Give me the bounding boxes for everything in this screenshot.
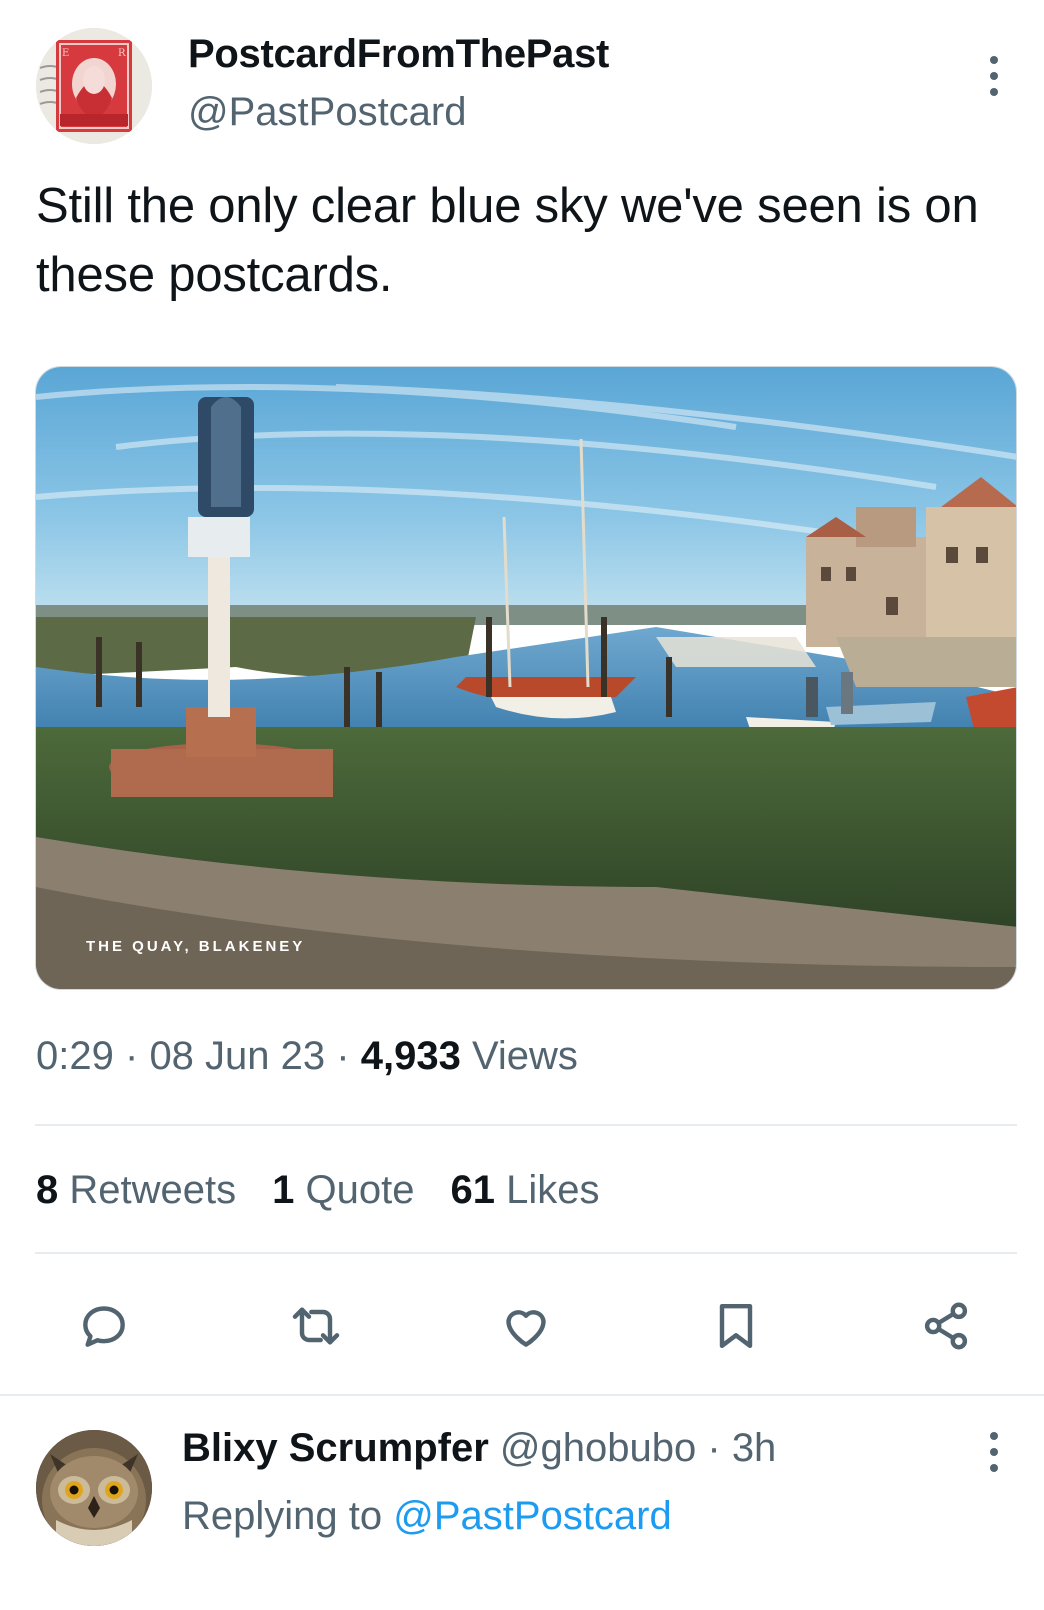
quotes-label: Quote <box>305 1168 415 1212</box>
divider <box>0 1394 1044 1396</box>
replying-to-label: Replying to <box>182 1494 383 1538</box>
postage-stamp-avatar: E R <box>36 28 152 144</box>
meta-separator: · <box>124 1034 139 1078</box>
reply-author-handle[interactable]: @ghobubo <box>500 1426 696 1470</box>
postcard-caption: THE QUAY, BLAKENEY <box>86 938 305 955</box>
author-handle[interactable]: @PastPostcard <box>188 90 467 135</box>
quotes-count: 1 <box>272 1168 295 1212</box>
tweet-meta: 0:29 · 08 Jun 23 · 4,933 Views <box>36 1034 578 1079</box>
reply-header: Blixy Scrumpfer @ghobubo · 3h <box>182 1426 776 1471</box>
tweet-time: 0:29 <box>36 1034 114 1078</box>
tweet-stats: 8 Retweets 1 Quote 61 Likes <box>36 1168 599 1213</box>
heart-icon <box>506 1310 546 1347</box>
quotes-stat[interactable]: 1 Quote <box>272 1168 414 1213</box>
svg-text:E: E <box>62 48 69 59</box>
likes-label: Likes <box>506 1168 600 1212</box>
retweets-stat[interactable]: 8 Retweets <box>36 1168 236 1213</box>
reply-author-name[interactable]: Blixy Scrumpfer <box>182 1426 489 1470</box>
replying-to-link[interactable]: @PastPostcard <box>393 1494 672 1538</box>
retweet-icon <box>292 1307 340 1345</box>
views-count: 4,933 <box>360 1034 461 1078</box>
postcard-image: THE QUAY, BLAKENEY <box>36 367 1016 989</box>
views-label: Views <box>471 1034 578 1078</box>
owl-avatar <box>36 1430 152 1546</box>
bookmark-icon <box>719 1303 753 1349</box>
reply-more-options-icon[interactable] <box>986 1432 1002 1472</box>
bookmark-button[interactable] <box>706 1296 766 1356</box>
retweets-count: 8 <box>36 1168 59 1212</box>
author-name[interactable]: PostcardFromThePast <box>188 32 609 77</box>
reply-button[interactable] <box>74 1296 134 1356</box>
retweets-label: Retweets <box>69 1168 237 1212</box>
divider <box>35 1124 1017 1126</box>
reply-time[interactable]: 3h <box>732 1426 777 1470</box>
meta-separator: · <box>336 1034 350 1078</box>
tweet-date[interactable]: 08 Jun 23 <box>149 1034 325 1078</box>
author-avatar[interactable]: E R <box>36 28 152 144</box>
more-options-icon[interactable] <box>986 56 1002 96</box>
share-button[interactable] <box>916 1296 976 1356</box>
tweet-image[interactable]: THE QUAY, BLAKENEY <box>35 366 1017 990</box>
tweet-text: Still the only clear blue sky we've seen… <box>36 179 979 302</box>
likes-stat[interactable]: 61 Likes <box>450 1168 599 1213</box>
share-icon <box>924 1302 968 1350</box>
reply-icon <box>83 1306 125 1347</box>
reply-separator: · <box>707 1426 721 1470</box>
svg-text:R: R <box>118 48 126 59</box>
like-button[interactable] <box>496 1296 556 1356</box>
divider <box>35 1252 1017 1254</box>
likes-count: 61 <box>450 1168 495 1212</box>
replying-to-line: Replying to @PastPostcard <box>182 1494 672 1539</box>
reply-avatar[interactable] <box>36 1430 152 1546</box>
retweet-button[interactable] <box>286 1296 346 1356</box>
